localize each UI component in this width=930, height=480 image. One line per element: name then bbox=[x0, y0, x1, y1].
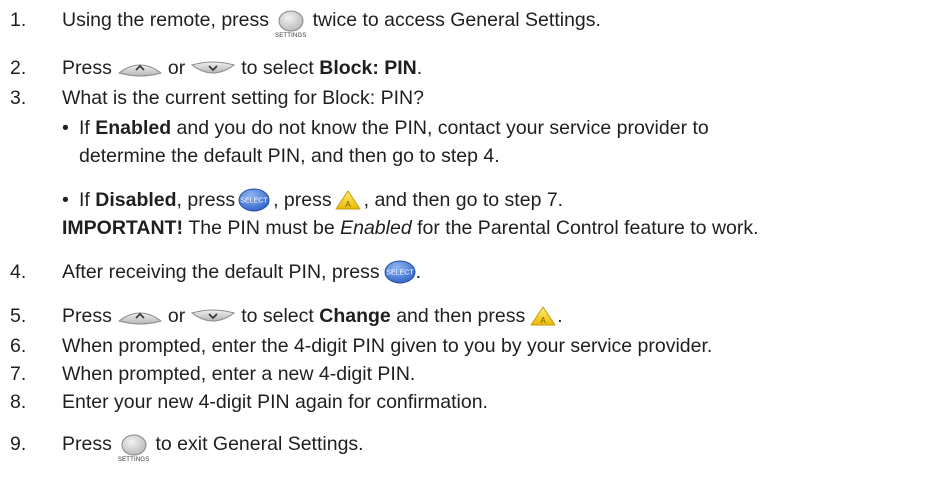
bullet-text: , press bbox=[176, 188, 236, 211]
select-caption: SELECT bbox=[240, 198, 268, 205]
step-text: Enter your new 4-digit PIN again for con… bbox=[62, 390, 488, 413]
step-text: twice to access General Settings. bbox=[312, 8, 601, 31]
step-number: 3. bbox=[10, 86, 27, 109]
bullet-icon: • bbox=[62, 116, 69, 139]
settings-button-icon: SETTINGS bbox=[275, 10, 307, 39]
settings-caption: SETTINGS bbox=[117, 456, 150, 463]
step-text: When prompted, enter the 4-digit PIN giv… bbox=[62, 334, 713, 357]
step-text: and then press bbox=[396, 304, 526, 327]
step-number: 9. bbox=[10, 432, 27, 455]
step-text: Press bbox=[62, 432, 112, 455]
or-text: or bbox=[167, 304, 186, 327]
step-text: Press bbox=[62, 304, 112, 327]
bullet-lead: If bbox=[79, 116, 90, 139]
step-number: 5. bbox=[10, 304, 27, 327]
step-number: 2. bbox=[10, 56, 27, 79]
step-text: to select bbox=[241, 304, 314, 327]
step-end: . bbox=[415, 260, 421, 283]
step-bold-text: Change bbox=[319, 304, 391, 327]
select-button-icon: SELECT bbox=[384, 260, 416, 284]
bullet-bold: Disabled bbox=[95, 188, 177, 211]
bullet-text: and you do not know the PIN, contact you… bbox=[176, 116, 709, 139]
bullet-text: determine the default PIN, and then go t… bbox=[79, 144, 500, 167]
a-button-icon: A bbox=[530, 306, 556, 326]
step-number: 7. bbox=[10, 362, 27, 385]
important-label: IMPORTANT! bbox=[62, 216, 183, 239]
up-arrow-button-icon bbox=[117, 312, 162, 325]
bullet-bold: Enabled bbox=[95, 116, 172, 139]
bullet-lead: If bbox=[79, 188, 90, 211]
step-number: 6. bbox=[10, 334, 27, 357]
a-caption: A bbox=[345, 200, 351, 209]
step-text: Press bbox=[62, 56, 112, 79]
select-caption: SELECT bbox=[386, 270, 414, 277]
down-arrow-button-icon bbox=[191, 61, 236, 74]
settings-button-icon: SETTINGS bbox=[118, 434, 150, 463]
important-text: for the Parental Control feature to work… bbox=[417, 216, 759, 239]
step-bold-text: Block: PIN bbox=[319, 56, 417, 79]
or-text: or bbox=[167, 56, 186, 79]
bullet-text: , and then go to step 7. bbox=[363, 188, 564, 211]
bullet-text: , press bbox=[273, 188, 332, 211]
step-text: What is the current setting for Block: P… bbox=[62, 86, 424, 109]
step-number: 4. bbox=[10, 260, 27, 283]
settings-caption: SETTINGS bbox=[275, 32, 307, 39]
step-end: . bbox=[416, 56, 423, 79]
step-text: After receiving the default PIN, press bbox=[62, 260, 380, 283]
a-caption: A bbox=[541, 316, 547, 325]
down-arrow-button-icon bbox=[191, 309, 236, 322]
important-italic: Enabled bbox=[340, 216, 412, 239]
select-button-icon: SELECT bbox=[238, 188, 270, 212]
step-text: to exit General Settings. bbox=[155, 432, 364, 455]
step-end: . bbox=[557, 304, 563, 327]
bullet-icon: • bbox=[62, 188, 69, 211]
up-arrow-button-icon bbox=[117, 64, 162, 77]
step-number: 1. bbox=[10, 8, 27, 31]
step-number: 8. bbox=[10, 390, 27, 413]
important-text: The PIN must be bbox=[188, 216, 335, 239]
step-text: Using the remote, press bbox=[62, 8, 270, 31]
a-button-icon: A bbox=[335, 190, 361, 210]
step-text: to select bbox=[241, 56, 314, 79]
step-text: When prompted, enter a new 4-digit PIN. bbox=[62, 362, 416, 385]
